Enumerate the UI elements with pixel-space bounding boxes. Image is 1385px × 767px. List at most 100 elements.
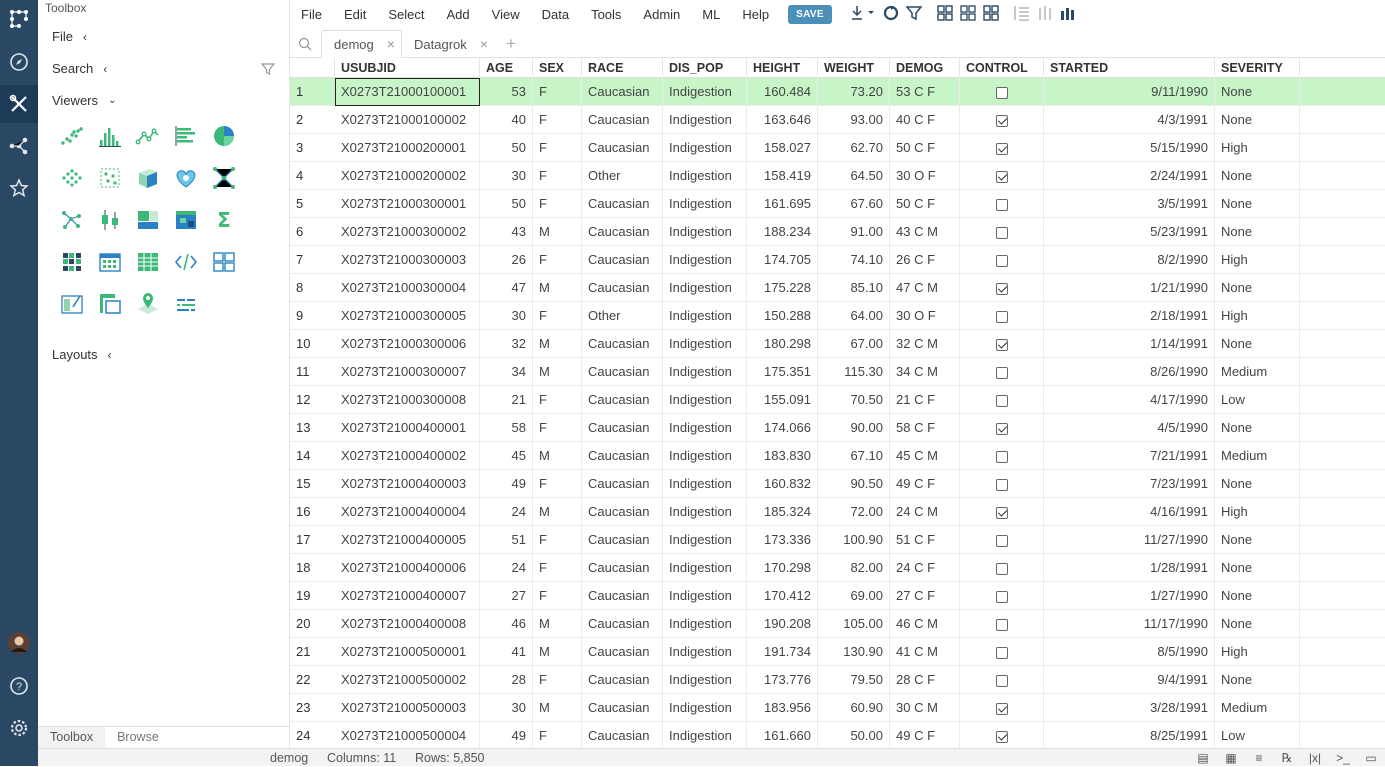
cell-sex[interactable]: M <box>533 498 582 526</box>
control-checkbox[interactable] <box>960 722 1044 748</box>
column-icon[interactable] <box>1037 5 1053 24</box>
cell-demog[interactable]: 58 C F <box>890 414 960 442</box>
table-row[interactable]: 23 X0273T21000500003 30 M Caucasian Indigesti… <box>290 694 1385 722</box>
row-number[interactable]: 10 <box>290 330 335 358</box>
cell-dis_pop[interactable]: Indigestion <box>663 554 747 582</box>
cell-weight[interactable]: 93.00 <box>818 106 890 134</box>
cell-race[interactable]: Caucasian <box>582 274 663 302</box>
cell-demog[interactable]: 51 C F <box>890 526 960 554</box>
cell-age[interactable]: 26 <box>480 246 533 274</box>
cell-weight[interactable]: 67.00 <box>818 330 890 358</box>
cell-started[interactable]: 1/14/1991 <box>1044 330 1215 358</box>
column-header-height[interactable]: HEIGHT <box>747 58 818 78</box>
cell-demog[interactable]: 49 C F <box>890 722 960 748</box>
control-checkbox[interactable] <box>960 526 1044 554</box>
cell-age[interactable]: 24 <box>480 554 533 582</box>
cell-sex[interactable]: M <box>533 694 582 722</box>
row-number[interactable]: 4 <box>290 162 335 190</box>
cell-race[interactable]: Caucasian <box>582 106 663 134</box>
table-row[interactable]: 21 X0273T21000500001 41 M Caucasian Indigesti… <box>290 638 1385 666</box>
cell-started[interactable]: 1/27/1990 <box>1044 582 1215 610</box>
table-row[interactable]: 18 X0273T21000400006 24 F Caucasian Indigesti… <box>290 554 1385 582</box>
checkbox-unchecked[interactable] <box>995 674 1008 687</box>
cell-sex[interactable]: F <box>533 190 582 218</box>
cell-sex[interactable]: M <box>533 274 582 302</box>
table-row[interactable]: 8 X0273T21000300004 47 M Caucasian Indigestio… <box>290 274 1385 302</box>
cell-height[interactable]: 183.956 <box>747 694 818 722</box>
checkbox-unchecked[interactable] <box>995 198 1008 211</box>
checkbox-checked[interactable] <box>995 114 1008 127</box>
table-row[interactable]: 2 X0273T21000100002 40 F Caucasian Indigestio… <box>290 106 1385 134</box>
cell-severity[interactable]: High <box>1215 638 1300 666</box>
cell-dis_pop[interactable]: Indigestion <box>663 274 747 302</box>
cell-dis_pop[interactable]: Indigestion <box>663 582 747 610</box>
cell-usubjid[interactable]: X0273T21000400008 <box>335 610 480 638</box>
table-row[interactable]: 11 X0273T21000300007 34 M Caucasian Indigesti… <box>290 358 1385 386</box>
settings-icon[interactable] <box>0 709 38 747</box>
cell-sex[interactable]: F <box>533 526 582 554</box>
cell-height[interactable]: 173.336 <box>747 526 818 554</box>
cell-dis_pop[interactable]: Indigestion <box>663 470 747 498</box>
tab-browse[interactable]: Browse <box>105 727 171 748</box>
menu-data[interactable]: Data <box>531 7 580 22</box>
cell-age[interactable]: 41 <box>480 638 533 666</box>
line-chart-icon[interactable] <box>130 118 166 154</box>
cell-height[interactable]: 161.695 <box>747 190 818 218</box>
cell-height[interactable]: 158.419 <box>747 162 818 190</box>
cell-age[interactable]: 45 <box>480 442 533 470</box>
checkbox-checked[interactable] <box>995 702 1008 715</box>
cell-usubjid[interactable]: X0273T21000400004 <box>335 498 480 526</box>
cell-height[interactable]: 185.324 <box>747 498 818 526</box>
cell-age[interactable]: 53 <box>480 78 533 106</box>
cell-age[interactable]: 34 <box>480 358 533 386</box>
cell-age[interactable]: 47 <box>480 274 533 302</box>
cell-usubjid[interactable]: X0273T21000100002 <box>335 106 480 134</box>
cell-age[interactable]: 49 <box>480 470 533 498</box>
cell-race[interactable]: Caucasian <box>582 134 663 162</box>
cell-severity[interactable]: None <box>1215 554 1300 582</box>
menu-ml[interactable]: ML <box>691 7 731 22</box>
checkbox-unchecked[interactable] <box>995 618 1008 631</box>
status-table-name[interactable]: demog <box>270 751 308 765</box>
cell-age[interactable]: 30 <box>480 302 533 330</box>
cell-demog[interactable]: 46 C M <box>890 610 960 638</box>
cell-demog[interactable]: 45 C M <box>890 442 960 470</box>
table-row[interactable]: 12 X0273T21000300008 21 F Caucasian Indigesti… <box>290 386 1385 414</box>
cell-usubjid[interactable]: X0273T21000400007 <box>335 582 480 610</box>
cell-usubjid[interactable]: X0273T21000400001 <box>335 414 480 442</box>
cell-usubjid[interactable]: X0273T21000400005 <box>335 526 480 554</box>
column-header-weight[interactable]: WEIGHT <box>818 58 890 78</box>
cell-demog[interactable]: 24 C F <box>890 554 960 582</box>
cell-race[interactable]: Caucasian <box>582 638 663 666</box>
list-icon[interactable] <box>1014 5 1030 24</box>
table-row[interactable]: 4 X0273T21000200002 30 F Other Indigestion 158… <box>290 162 1385 190</box>
control-checkbox[interactable] <box>960 414 1044 442</box>
row-number[interactable]: 15 <box>290 470 335 498</box>
cell-weight[interactable]: 73.20 <box>818 78 890 106</box>
grid-icon[interactable] <box>130 244 166 280</box>
cell-started[interactable]: 4/5/1990 <box>1044 414 1215 442</box>
cell-usubjid[interactable]: X0273T21000300001 <box>335 190 480 218</box>
tab-demog[interactable]: demog × <box>321 30 402 58</box>
cell-age[interactable]: 58 <box>480 414 533 442</box>
row-number[interactable]: 7 <box>290 246 335 274</box>
cell-height[interactable]: 175.351 <box>747 358 818 386</box>
cell-usubjid[interactable]: X0273T21000300003 <box>335 246 480 274</box>
cell-dis_pop[interactable]: Indigestion <box>663 666 747 694</box>
cell-severity[interactable]: Low <box>1215 386 1300 414</box>
cell-dis_pop[interactable]: Indigestion <box>663 218 747 246</box>
column-header-severity[interactable]: SEVERITY <box>1215 58 1300 78</box>
row-number[interactable]: 1 <box>290 78 335 106</box>
cell-usubjid[interactable]: X0273T21000300008 <box>335 386 480 414</box>
table-row[interactable]: 22 X0273T21000500002 28 F Caucasian Indigesti… <box>290 666 1385 694</box>
add-tab-icon[interactable]: + <box>506 30 520 58</box>
density-plot-icon[interactable] <box>54 160 90 196</box>
control-checkbox[interactable] <box>960 666 1044 694</box>
cell-age[interactable]: 51 <box>480 526 533 554</box>
tab-datagrok[interactable]: Datagrok × <box>414 30 494 58</box>
network-diagram-icon[interactable] <box>206 160 242 196</box>
checkbox-unchecked[interactable] <box>995 254 1008 267</box>
row-number-header[interactable] <box>290 58 335 78</box>
cell-sex[interactable]: M <box>533 218 582 246</box>
cell-started[interactable]: 9/4/1991 <box>1044 666 1215 694</box>
